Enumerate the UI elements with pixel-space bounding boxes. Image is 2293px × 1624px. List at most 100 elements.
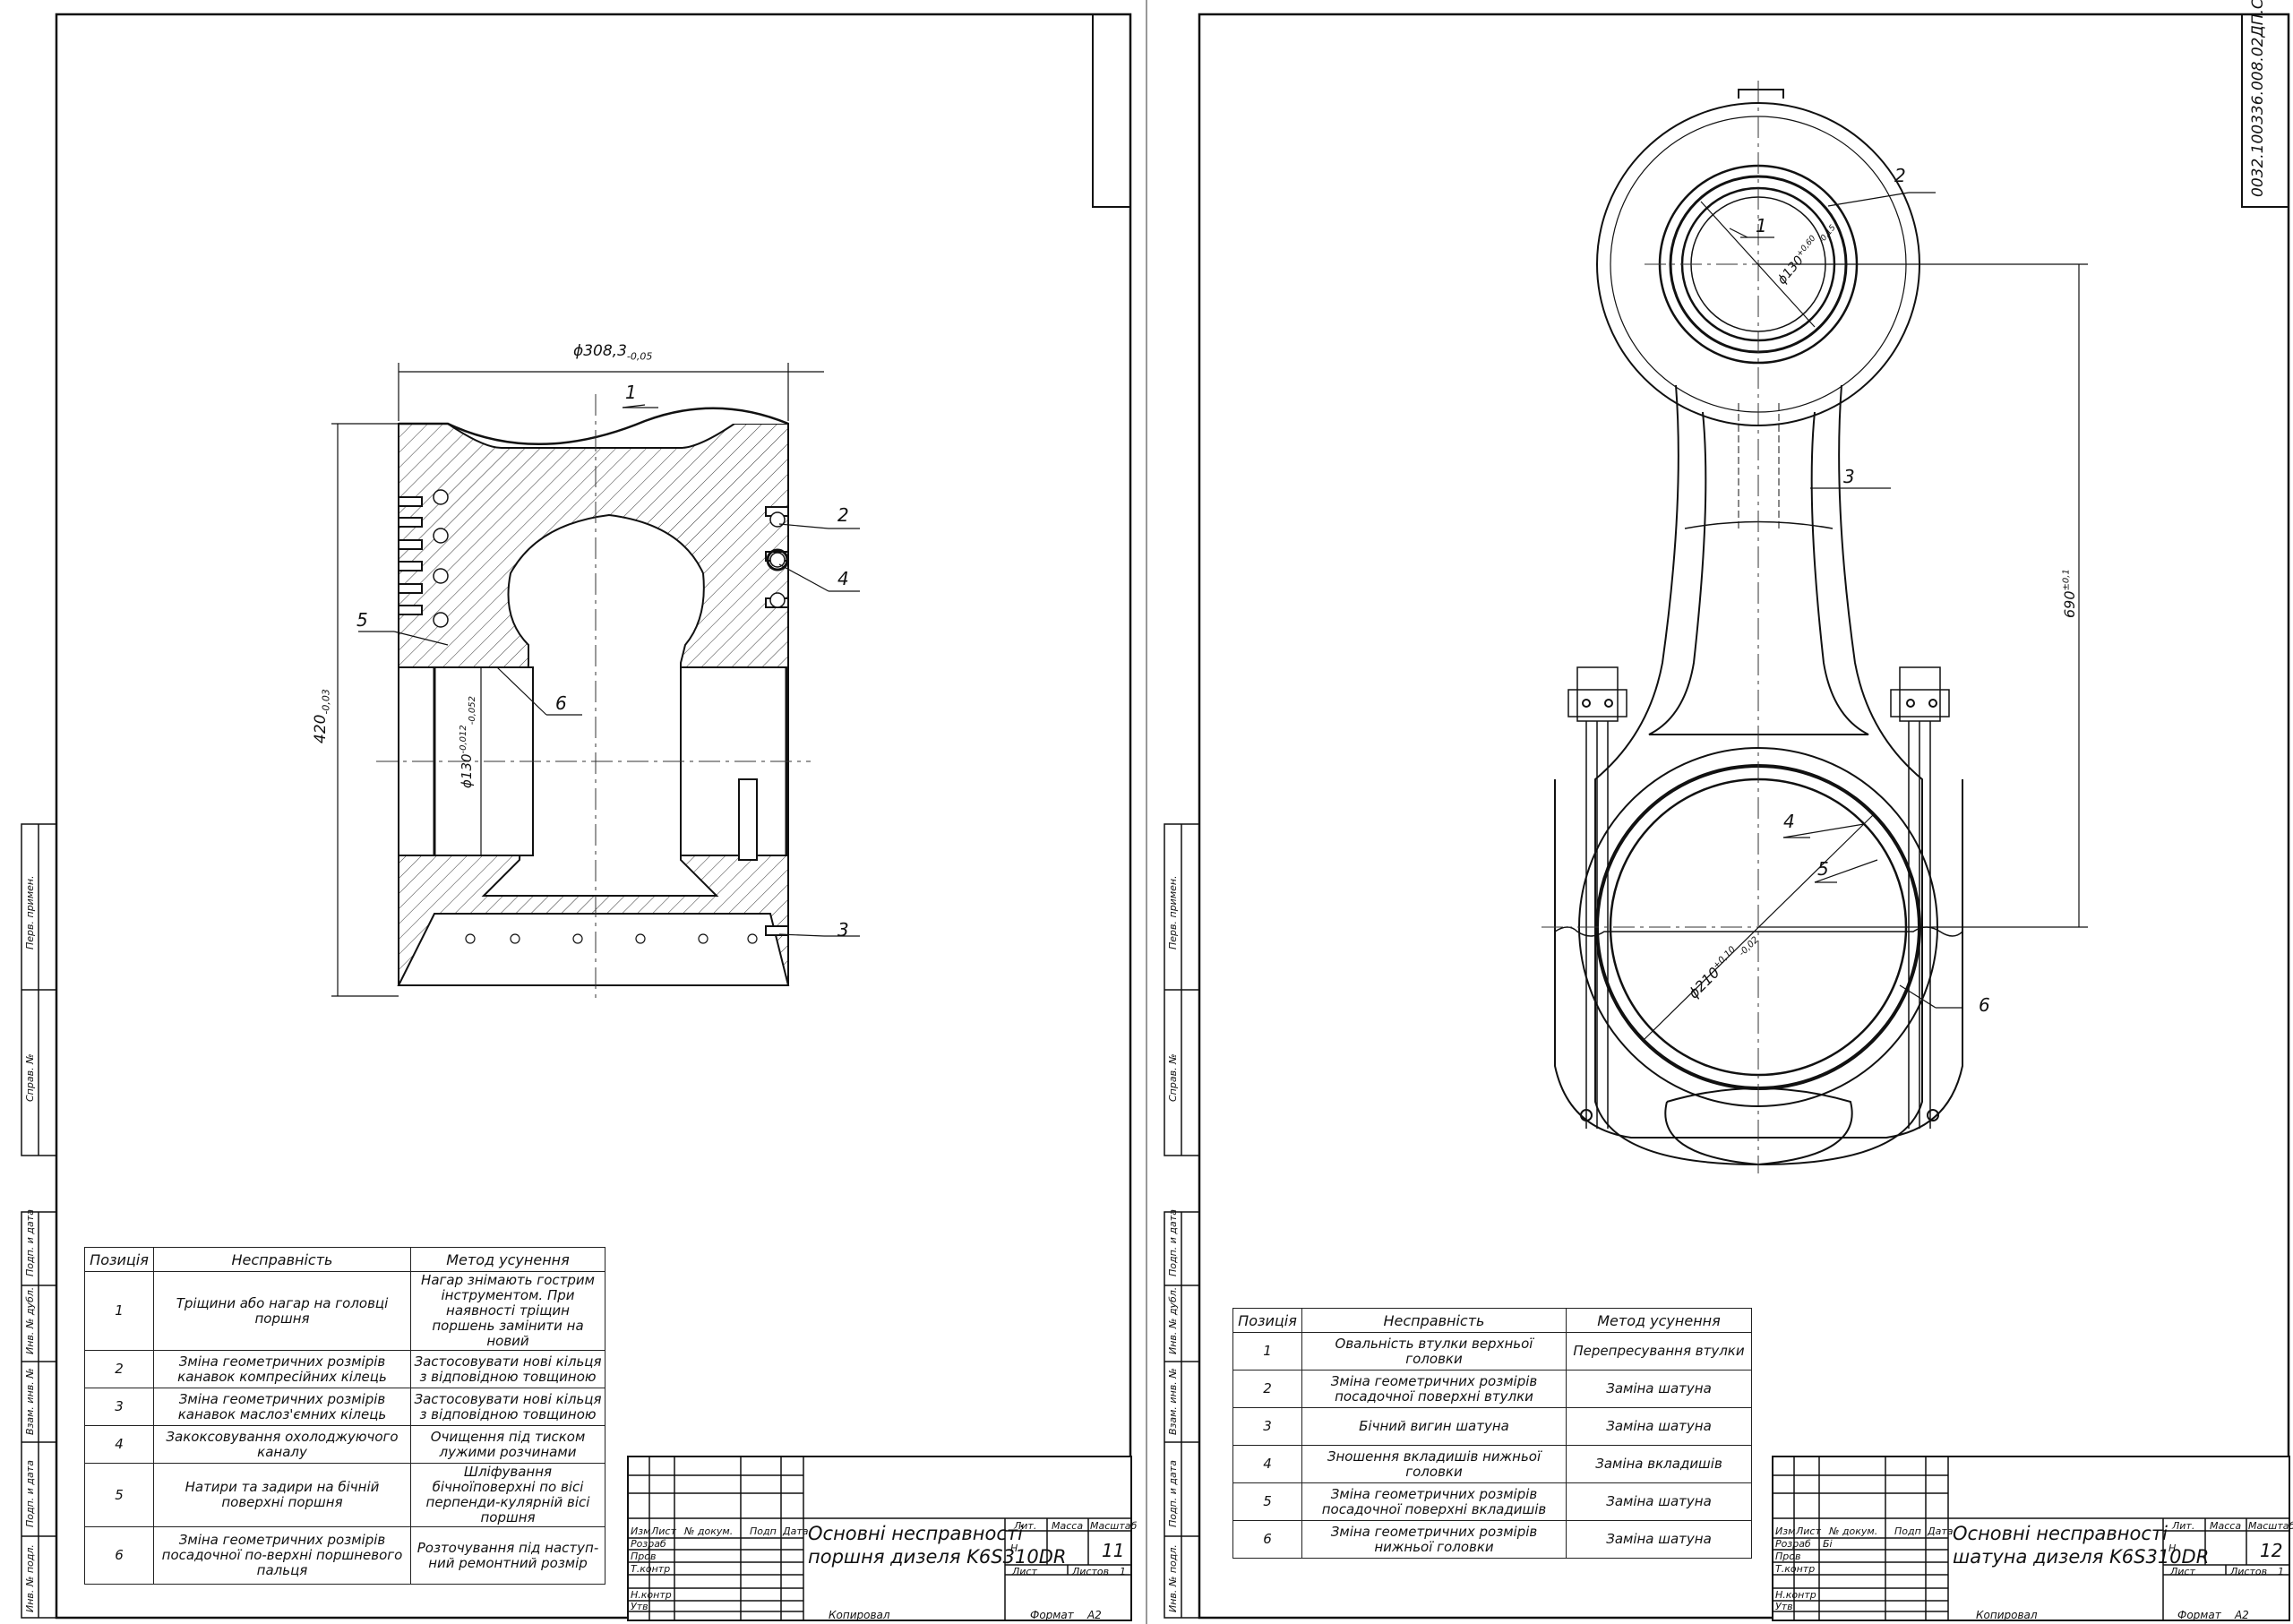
header-fault: Несправність xyxy=(153,1247,411,1272)
stamp-vzam-inv: Взам. инв. № xyxy=(1167,1368,1179,1435)
row-position: 2 xyxy=(1232,1370,1302,1408)
table-row: 3 Бічний вигин шатуна Заміна шатуна xyxy=(1232,1407,1752,1446)
callout-6: 6 xyxy=(555,692,567,714)
document-id: 0032.100336.008.02ДП.СХ xyxy=(2249,0,2267,197)
tb-listov-value: 1 xyxy=(2278,1566,2284,1577)
tb-data: Дата xyxy=(1928,1525,1954,1537)
stamp-sprav: Справ. № xyxy=(1167,1053,1179,1102)
tb-izm: Изм xyxy=(1775,1525,1796,1537)
stamp-inv-podl: Инв. № подл. xyxy=(1167,1544,1179,1612)
row-method: Розточування під наступ-ний ремонтний ро… xyxy=(410,1526,605,1585)
center-distance-dim: 690±0,1 xyxy=(2061,569,2078,618)
table-row: 6 Зміна геометричних розмірів нижньої го… xyxy=(1232,1520,1752,1559)
defects-table-piston: Позиція Несправність Метод усунення 1 Тр… xyxy=(84,1247,605,1585)
table-row: 2 Зміна геометричних розмірів посадочної… xyxy=(1232,1370,1752,1408)
tb-prov: Пров xyxy=(1775,1551,1801,1562)
row-position: 3 xyxy=(1232,1407,1302,1446)
row-method: Шліфування бічноїповерхні по вісі перпен… xyxy=(410,1463,605,1527)
tb-list2: Лист xyxy=(1012,1566,1037,1577)
stamp-vzam-inv: Взам. инв. № xyxy=(24,1368,36,1435)
tb-podp: Подп xyxy=(750,1525,777,1537)
table-row: 5 Зміна геометричних розмірів посадочної… xyxy=(1232,1482,1752,1521)
tb-sheet-number: 11 xyxy=(1102,1540,1125,1561)
stamp-podp-data-2: Подп. и дата xyxy=(24,1460,36,1527)
row-position: 4 xyxy=(84,1425,154,1464)
row-position: 5 xyxy=(84,1463,154,1527)
tb-razrab-name: Бі xyxy=(1823,1538,1833,1550)
callout-1: 1 xyxy=(1756,215,1767,236)
header-position: Позиція xyxy=(84,1247,154,1272)
row-method: Заміна шатуна xyxy=(1566,1520,1752,1559)
footer-copied: Копировал xyxy=(829,1609,890,1621)
row-fault: Зміна геометричних розмірів посадочної п… xyxy=(1301,1370,1567,1408)
row-method: Застосовувати нові кільця з відповідною … xyxy=(410,1388,605,1426)
tb-prov: Пров xyxy=(631,1551,657,1562)
row-position: 4 xyxy=(1232,1445,1302,1483)
tb-list: Лист xyxy=(1796,1525,1821,1537)
row-method: Перепресування втулки xyxy=(1566,1332,1752,1371)
row-position: 1 xyxy=(84,1271,154,1351)
table-row: 2 Зміна геометричних розмірів канавок ко… xyxy=(84,1350,605,1388)
dimension-lines xyxy=(1644,201,2088,1040)
stamp-podp-data: Подп. и дата xyxy=(24,1209,36,1276)
stamp-perv-primen: Перв. примен. xyxy=(24,875,36,949)
header-method: Метод усунення xyxy=(410,1247,605,1272)
tb-list2: Лист xyxy=(2170,1566,2195,1577)
tb-data: Дата xyxy=(783,1525,809,1537)
callout-4: 4 xyxy=(837,568,849,589)
tb-masshtab: Масштаб xyxy=(2248,1520,2293,1532)
row-fault: Зміна геометричних розмірів нижньої голо… xyxy=(1301,1520,1567,1559)
callout-5: 5 xyxy=(356,609,368,631)
row-fault: Зношення вкладишів нижньої головки xyxy=(1301,1445,1567,1483)
sheet-connecting-rod: 0032.100336.008.02ДП.СХ ϕ130+0,60-0,15 6… xyxy=(1147,0,2293,1624)
tb-podp: Подп xyxy=(1894,1525,1921,1537)
table-header-row: Позиція Несправність Метод усунення xyxy=(84,1247,605,1272)
row-fault: Бічний вигин шатуна xyxy=(1301,1407,1567,1446)
tb-lit-value: Н xyxy=(2168,1542,2177,1554)
row-method: Заміна шатуна xyxy=(1566,1370,1752,1408)
header-position: Позиція xyxy=(1232,1308,1302,1333)
piston-height-dim: 420-0,03 xyxy=(312,689,332,743)
callout-5: 5 xyxy=(1817,858,1829,880)
tb-lit: Лит. xyxy=(1014,1520,1037,1532)
table-header-row: Позиція Несправність Метод усунення xyxy=(1232,1308,1752,1333)
tb-tkontr: Т.контр xyxy=(1775,1563,1816,1575)
callout-4: 4 xyxy=(1783,811,1795,832)
row-fault: Зміна геометричних розмірів канавок масл… xyxy=(153,1388,411,1426)
tb-izm: Изм xyxy=(631,1525,651,1537)
row-method: Нагар знімають гострим інструментом. При… xyxy=(410,1271,605,1351)
tb-massa: Масса xyxy=(1052,1520,1084,1532)
table-row: 1 Овальність втулки верхньої головки Пер… xyxy=(1232,1332,1752,1371)
tb-sheet-number: 12 xyxy=(2260,1540,2283,1561)
tb-listov: Листов xyxy=(1072,1566,1110,1577)
row-position: 5 xyxy=(1232,1482,1302,1521)
row-fault: Зміна геометричних розмірів посадочної п… xyxy=(1301,1482,1567,1521)
row-fault: Зміна геометричних розмірів канавок комп… xyxy=(153,1350,411,1388)
callout-6: 6 xyxy=(1979,994,1990,1016)
row-position: 3 xyxy=(84,1388,154,1426)
callout-3: 3 xyxy=(1843,466,1855,487)
footer-copied: Копировал xyxy=(1976,1609,2038,1621)
centerlines xyxy=(1542,81,1976,1173)
tb-razrab: Розраб xyxy=(631,1538,666,1550)
row-fault: Овальність втулки верхньої головки xyxy=(1301,1332,1567,1371)
callout-2: 2 xyxy=(1894,165,1906,186)
title-block-piston: Изм Лист № докум. Подп Дата Розраб Пров … xyxy=(627,1456,1137,1621)
footer-format: Формат А2 xyxy=(2177,1609,2249,1621)
sheet-piston: ϕ308,3-0,05 420-0,03 ϕ130-0,012-0,052 1 … xyxy=(0,0,1146,1624)
tb-massa: Масса xyxy=(2210,1520,2242,1532)
row-fault: Тріщини або нагар на головці поршня xyxy=(153,1271,411,1351)
row-position: 1 xyxy=(1232,1332,1302,1371)
callout-1: 1 xyxy=(625,382,637,403)
tb-nkontr: Н.контр xyxy=(1775,1589,1816,1601)
tb-utv: Утв xyxy=(1775,1601,1793,1612)
tb-lit: Лит. xyxy=(2172,1520,2195,1532)
row-position: 6 xyxy=(1232,1520,1302,1559)
callout-3: 3 xyxy=(837,919,849,941)
stamp-podp-data-2: Подп. и дата xyxy=(1167,1460,1179,1527)
tb-listov-value: 1 xyxy=(1120,1566,1126,1577)
title-block-rod: Изм Лист № докум. Подп Дата Розраб Бі Пр… xyxy=(1772,1456,2293,1621)
table-row: 5 Натири та задири на бічній поверхні по… xyxy=(84,1463,605,1527)
callout-leaders xyxy=(1729,192,1962,1009)
piston-section xyxy=(397,407,790,986)
